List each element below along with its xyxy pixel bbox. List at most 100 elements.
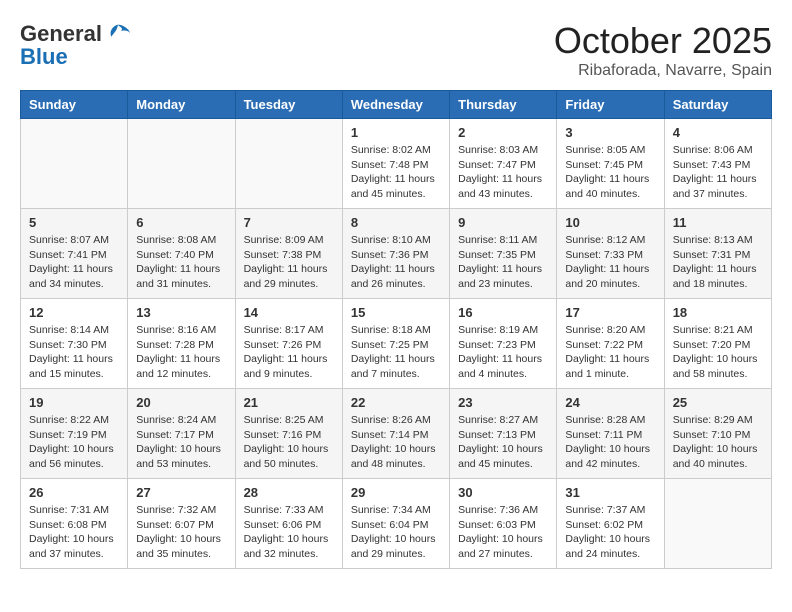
day-detail: Sunrise: 8:21 AM Sunset: 7:20 PM Dayligh… (673, 323, 763, 382)
day-number: 15 (351, 305, 441, 320)
day-detail: Sunrise: 8:26 AM Sunset: 7:14 PM Dayligh… (351, 413, 441, 472)
calendar-cell: 28 Sunrise: 7:33 AM Sunset: 6:06 PM Dayli… (235, 479, 342, 569)
calendar-cell: 29 Sunrise: 7:34 AM Sunset: 6:04 PM Dayli… (342, 479, 449, 569)
day-detail: Sunrise: 8:13 AM Sunset: 7:31 PM Dayligh… (673, 233, 763, 292)
day-detail: Sunrise: 8:07 AM Sunset: 7:41 PM Dayligh… (29, 233, 119, 292)
month-title: October 2025 (554, 20, 772, 62)
day-number: 23 (458, 395, 548, 410)
day-number: 28 (244, 485, 334, 500)
calendar-cell: 10 Sunrise: 8:12 AM Sunset: 7:33 PM Dayli… (557, 209, 664, 299)
day-number: 20 (136, 395, 226, 410)
calendar-cell: 21 Sunrise: 8:25 AM Sunset: 7:16 PM Dayli… (235, 389, 342, 479)
day-detail: Sunrise: 8:10 AM Sunset: 7:36 PM Dayligh… (351, 233, 441, 292)
day-number: 21 (244, 395, 334, 410)
page-header: General Blue October 2025 Ribaforada, Na… (20, 20, 772, 80)
day-number: 26 (29, 485, 119, 500)
day-detail: Sunrise: 8:14 AM Sunset: 7:30 PM Dayligh… (29, 323, 119, 382)
day-number: 18 (673, 305, 763, 320)
day-number: 19 (29, 395, 119, 410)
calendar-cell: 19 Sunrise: 8:22 AM Sunset: 7:19 PM Dayli… (21, 389, 128, 479)
day-number: 25 (673, 395, 763, 410)
calendar-cell: 24 Sunrise: 8:28 AM Sunset: 7:11 PM Dayli… (557, 389, 664, 479)
day-detail: Sunrise: 8:12 AM Sunset: 7:33 PM Dayligh… (565, 233, 655, 292)
day-detail: Sunrise: 8:17 AM Sunset: 7:26 PM Dayligh… (244, 323, 334, 382)
calendar-cell (664, 479, 771, 569)
calendar-cell: 16 Sunrise: 8:19 AM Sunset: 7:23 PM Dayli… (450, 299, 557, 389)
day-detail: Sunrise: 8:28 AM Sunset: 7:11 PM Dayligh… (565, 413, 655, 472)
calendar-cell (128, 119, 235, 209)
day-detail: Sunrise: 7:34 AM Sunset: 6:04 PM Dayligh… (351, 503, 441, 562)
logo: General Blue (20, 20, 132, 70)
calendar-cell: 22 Sunrise: 8:26 AM Sunset: 7:14 PM Dayli… (342, 389, 449, 479)
calendar-cell: 9Sunrise: 8:11 AM Sunset: 7:35 PM Daylig… (450, 209, 557, 299)
day-detail: Sunrise: 8:09 AM Sunset: 7:38 PM Dayligh… (244, 233, 334, 292)
calendar-cell: 7Sunrise: 8:09 AM Sunset: 7:38 PM Daylig… (235, 209, 342, 299)
day-number: 14 (244, 305, 334, 320)
calendar-cell: 2 Sunrise: 8:03 AM Sunset: 7:47 PM Daylig… (450, 119, 557, 209)
day-number: 22 (351, 395, 441, 410)
day-number: 2 (458, 125, 548, 140)
day-number: 12 (29, 305, 119, 320)
day-number: 5 (29, 215, 119, 230)
title-block: October 2025 Ribaforada, Navarre, Spain (554, 20, 772, 80)
day-number: 24 (565, 395, 655, 410)
day-number: 29 (351, 485, 441, 500)
day-detail: Sunrise: 8:16 AM Sunset: 7:28 PM Dayligh… (136, 323, 226, 382)
calendar-cell: 25 Sunrise: 8:29 AM Sunset: 7:10 PM Dayli… (664, 389, 771, 479)
col-header-saturday: Saturday (664, 91, 771, 119)
day-detail: Sunrise: 7:36 AM Sunset: 6:03 PM Dayligh… (458, 503, 548, 562)
day-number: 3 (565, 125, 655, 140)
calendar-cell: 27 Sunrise: 7:32 AM Sunset: 6:07 PM Dayli… (128, 479, 235, 569)
calendar-cell: 5 Sunrise: 8:07 AM Sunset: 7:41 PM Daylig… (21, 209, 128, 299)
calendar-cell: 4 Sunrise: 8:06 AM Sunset: 7:43 PM Daylig… (664, 119, 771, 209)
day-detail: Sunrise: 8:25 AM Sunset: 7:16 PM Dayligh… (244, 413, 334, 472)
logo-bird-icon (104, 20, 132, 48)
calendar-cell: 8 Sunrise: 8:10 AM Sunset: 7:36 PM Daylig… (342, 209, 449, 299)
calendar-table: SundayMondayTuesdayWednesdayThursdayFrid… (20, 90, 772, 569)
day-detail: Sunrise: 8:06 AM Sunset: 7:43 PM Dayligh… (673, 143, 763, 202)
calendar-cell: 14 Sunrise: 8:17 AM Sunset: 7:26 PM Dayli… (235, 299, 342, 389)
calendar-cell: 6Sunrise: 8:08 AM Sunset: 7:40 PM Daylig… (128, 209, 235, 299)
calendar-cell: 20Sunrise: 8:24 AM Sunset: 7:17 PM Dayli… (128, 389, 235, 479)
day-detail: Sunrise: 8:22 AM Sunset: 7:19 PM Dayligh… (29, 413, 119, 472)
day-number: 13 (136, 305, 226, 320)
col-header-thursday: Thursday (450, 91, 557, 119)
day-detail: Sunrise: 7:32 AM Sunset: 6:07 PM Dayligh… (136, 503, 226, 562)
day-detail: Sunrise: 7:33 AM Sunset: 6:06 PM Dayligh… (244, 503, 334, 562)
calendar-cell (235, 119, 342, 209)
day-detail: Sunrise: 8:08 AM Sunset: 7:40 PM Dayligh… (136, 233, 226, 292)
col-header-monday: Monday (128, 91, 235, 119)
calendar-cell: 12 Sunrise: 8:14 AM Sunset: 7:30 PM Dayli… (21, 299, 128, 389)
calendar-cell: 17 Sunrise: 8:20 AM Sunset: 7:22 PM Dayli… (557, 299, 664, 389)
calendar-cell: 18 Sunrise: 8:21 AM Sunset: 7:20 PM Dayli… (664, 299, 771, 389)
calendar-cell: 26 Sunrise: 7:31 AM Sunset: 6:08 PM Dayli… (21, 479, 128, 569)
day-number: 8 (351, 215, 441, 230)
day-detail: Sunrise: 7:31 AM Sunset: 6:08 PM Dayligh… (29, 503, 119, 562)
day-number: 4 (673, 125, 763, 140)
col-header-tuesday: Tuesday (235, 91, 342, 119)
day-detail: Sunrise: 7:37 AM Sunset: 6:02 PM Dayligh… (565, 503, 655, 562)
col-header-wednesday: Wednesday (342, 91, 449, 119)
day-number: 30 (458, 485, 548, 500)
calendar-cell: 13 Sunrise: 8:16 AM Sunset: 7:28 PM Dayli… (128, 299, 235, 389)
col-header-sunday: Sunday (21, 91, 128, 119)
col-header-friday: Friday (557, 91, 664, 119)
calendar-cell: 15Sunrise: 8:18 AM Sunset: 7:25 PM Dayli… (342, 299, 449, 389)
day-number: 10 (565, 215, 655, 230)
calendar-cell: 3Sunrise: 8:05 AM Sunset: 7:45 PM Daylig… (557, 119, 664, 209)
day-detail: Sunrise: 8:27 AM Sunset: 7:13 PM Dayligh… (458, 413, 548, 472)
calendar-cell: 31Sunrise: 7:37 AM Sunset: 6:02 PM Dayli… (557, 479, 664, 569)
day-detail: Sunrise: 8:20 AM Sunset: 7:22 PM Dayligh… (565, 323, 655, 382)
day-detail: Sunrise: 8:19 AM Sunset: 7:23 PM Dayligh… (458, 323, 548, 382)
day-number: 27 (136, 485, 226, 500)
calendar-cell (21, 119, 128, 209)
day-detail: Sunrise: 8:29 AM Sunset: 7:10 PM Dayligh… (673, 413, 763, 472)
day-number: 16 (458, 305, 548, 320)
calendar-cell: 23 Sunrise: 8:27 AM Sunset: 7:13 PM Dayli… (450, 389, 557, 479)
calendar-cell: 11 Sunrise: 8:13 AM Sunset: 7:31 PM Dayli… (664, 209, 771, 299)
day-detail: Sunrise: 8:03 AM Sunset: 7:47 PM Dayligh… (458, 143, 548, 202)
day-number: 1 (351, 125, 441, 140)
location-subtitle: Ribaforada, Navarre, Spain (554, 62, 772, 80)
day-number: 11 (673, 215, 763, 230)
day-number: 17 (565, 305, 655, 320)
